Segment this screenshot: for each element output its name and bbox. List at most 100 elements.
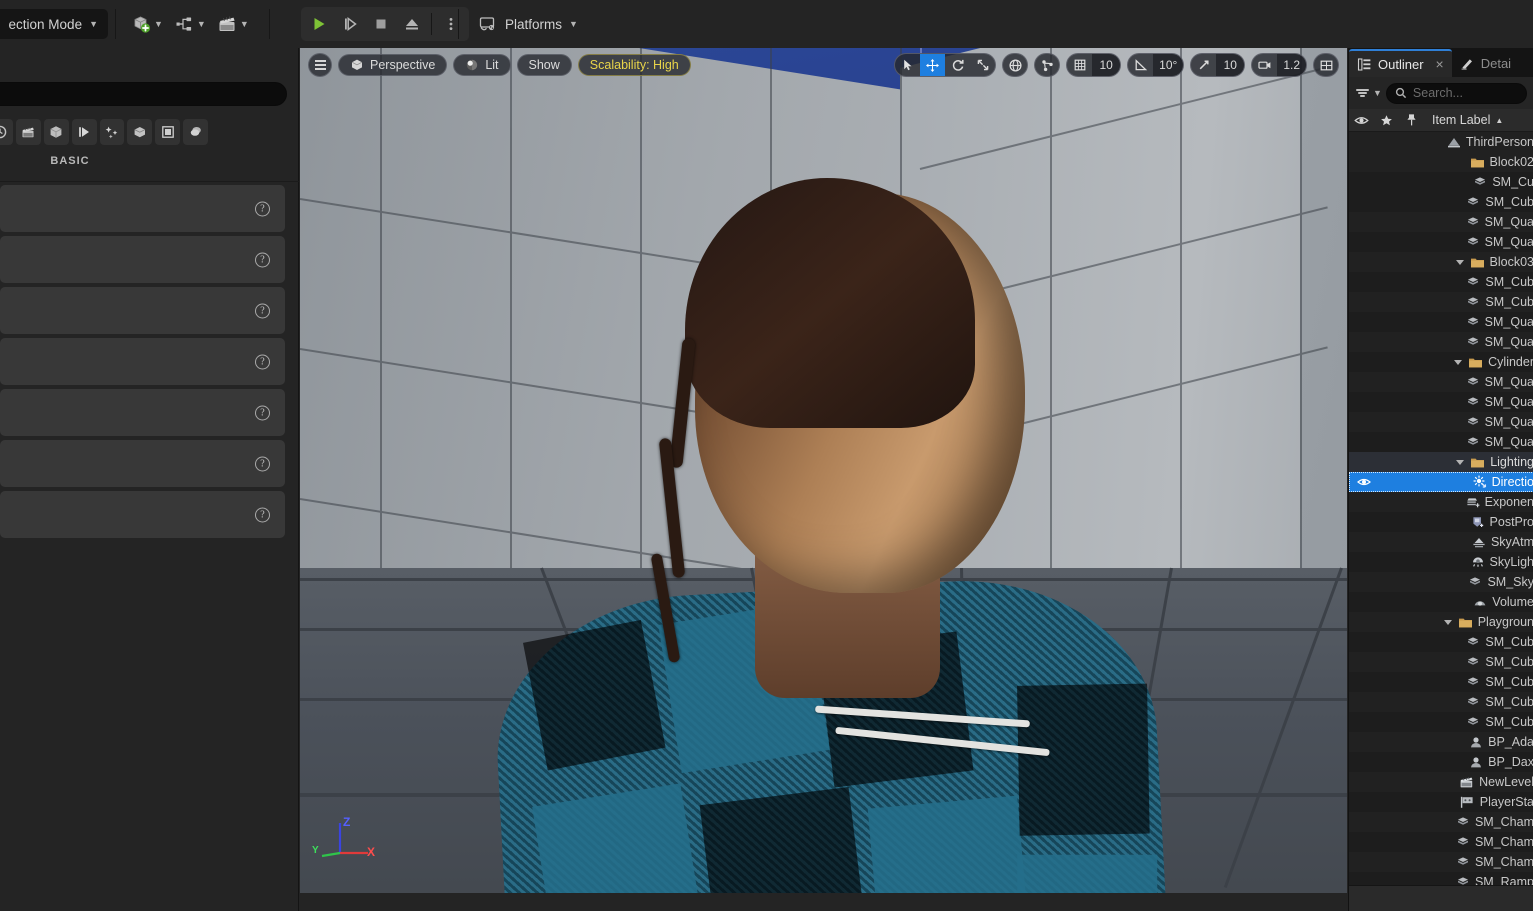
outliner-row[interactable]: PlayerSta [1349,792,1533,812]
outliner-row[interactable]: Exponen [1349,492,1533,512]
scale-snap-toggle[interactable] [1191,54,1216,76]
play-button[interactable] [304,10,334,38]
outliner-row[interactable]: ThirdPerson [1349,132,1533,152]
category-tab-particles[interactable] [100,119,125,145]
help-icon[interactable]: ? [255,303,270,318]
outliner-row[interactable]: Volume [1349,592,1533,612]
expand-triangle-icon[interactable] [1454,360,1462,365]
outliner-row[interactable]: SM_Cub [1349,192,1533,212]
close-icon[interactable]: × [1436,56,1444,72]
column-item-label-header[interactable]: Item Label ▲ [1424,113,1533,127]
play-options-button[interactable] [436,10,466,38]
outliner-row[interactable]: PostPro [1349,512,1533,532]
outliner-row[interactable]: Directio [1349,472,1533,492]
category-tab-shapes[interactable] [44,119,69,145]
outliner-row[interactable]: SM_Cub [1349,292,1533,312]
rotate-tool-button[interactable] [945,54,970,76]
eject-button[interactable] [397,10,427,38]
outliner-tree[interactable]: ThirdPersonBlock02SM_CuSM_CubSM_QuaSM_Qu… [1349,132,1533,911]
outliner-row[interactable]: Block02 [1349,152,1533,172]
outliner-row[interactable]: SM_Qua [1349,432,1533,452]
outliner-row[interactable]: SM_Cu [1349,172,1533,192]
view-mode-lit-button[interactable]: Lit [453,54,510,76]
scale-snap-value[interactable]: 10 [1216,54,1244,76]
category-tab-cinematic[interactable] [16,119,41,145]
outliner-row[interactable]: SM_Cham [1349,812,1533,832]
outliner-row[interactable]: NewLevel [1349,772,1533,792]
camera-speed-toggle[interactable] [1252,54,1277,76]
outliner-row[interactable]: Cylinder [1349,352,1533,372]
help-icon[interactable]: ? [255,252,270,267]
outliner-row[interactable]: SM_Qua [1349,412,1533,432]
outliner-row[interactable]: Block03 [1349,252,1533,272]
outliner-row[interactable]: BP_Dax [1349,752,1533,772]
blueprints-button[interactable]: ▼ [169,9,210,39]
outliner-row[interactable]: SM_Qua [1349,332,1533,352]
column-favorite[interactable] [1374,114,1399,127]
list-item[interactable]: ? [0,287,285,334]
viewport-menu-button[interactable] [308,53,332,77]
outliner-row[interactable]: SkyAtm [1349,532,1533,552]
camera-speed-value[interactable]: 1.2 [1277,54,1306,76]
outliner-row[interactable]: SM_Cham [1349,832,1533,852]
scale-tool-button[interactable] [970,54,995,76]
cinematics-button[interactable]: ▼ [212,9,253,39]
outliner-row[interactable]: SM_Qua [1349,232,1533,252]
outliner-row[interactable]: SM_Cub [1349,652,1533,672]
show-flags-button[interactable]: Show [517,54,572,76]
outliner-row[interactable]: Playgroun [1349,612,1533,632]
outliner-row[interactable]: SM_Qua [1349,312,1533,332]
angle-snap-toggle[interactable] [1128,54,1153,76]
outliner-row[interactable]: SM_Cub [1349,692,1533,712]
outliner-row[interactable]: BP_Ada [1349,732,1533,752]
outliner-row[interactable]: SM_Cub [1349,712,1533,732]
outliner-row[interactable]: SM_Cub [1349,272,1533,292]
outliner-row[interactable]: SM_Cub [1349,672,1533,692]
place-actors-search-input[interactable] [0,82,287,106]
platforms-button[interactable]: Platforms ▼ [470,9,586,39]
chevron-down-icon[interactable]: ▼ [1373,89,1382,98]
eye-icon[interactable] [1357,476,1371,488]
coordinate-system-button[interactable] [1002,53,1028,77]
level-viewport[interactable]: Perspective Lit Show Scalability: High [300,48,1347,893]
tab-details[interactable]: Detai [1452,49,1519,77]
scalability-warning-button[interactable]: Scalability: High [578,54,691,76]
help-icon[interactable]: ? [255,354,270,369]
expand-triangle-icon[interactable] [1444,620,1452,625]
outliner-row[interactable]: SM_Qua [1349,212,1533,232]
expand-triangle-icon[interactable] [1456,260,1464,265]
viewport-layout-button[interactable] [1313,53,1339,77]
category-tab-recently-placed[interactable] [0,119,13,145]
tab-outliner[interactable]: Outliner × [1349,49,1452,77]
stop-button[interactable] [366,10,396,38]
outliner-row[interactable]: SM_Sky [1349,572,1533,592]
outliner-row[interactable]: SM_Cham [1349,852,1533,872]
help-icon[interactable]: ? [255,456,270,471]
move-tool-button[interactable] [920,54,945,76]
outliner-row[interactable]: SM_Qua [1349,392,1533,412]
column-pin[interactable] [1399,113,1424,127]
angle-snap-value[interactable]: 10° [1153,54,1183,76]
list-item[interactable]: ? [0,491,285,538]
help-icon[interactable]: ? [255,507,270,522]
outliner-row[interactable]: Lighting [1349,452,1533,472]
list-item[interactable]: ? [0,389,285,436]
help-icon[interactable]: ? [255,405,270,420]
grid-snap-toggle[interactable] [1067,54,1092,76]
expand-triangle-icon[interactable] [1456,460,1464,465]
list-item[interactable]: ? [0,440,285,487]
selection-mode-dropdown[interactable]: ection Mode ▼ [0,9,108,39]
outliner-row[interactable]: SM_Qua [1349,372,1533,392]
skip-button[interactable] [335,10,365,38]
category-tab-volumes[interactable] [127,119,152,145]
outliner-search-input[interactable]: Search... [1386,83,1527,104]
list-item[interactable]: ? [0,236,285,283]
category-tab-lights[interactable] [155,119,180,145]
filter-icon[interactable] [1356,89,1369,98]
add-actor-button[interactable]: ▼ [126,9,167,39]
select-tool-button[interactable] [895,54,920,76]
category-tab-visual-effects[interactable] [72,119,97,145]
category-tab-all-classes[interactable] [183,119,208,145]
column-visibility[interactable] [1349,114,1374,127]
list-item[interactable]: ? [0,338,285,385]
